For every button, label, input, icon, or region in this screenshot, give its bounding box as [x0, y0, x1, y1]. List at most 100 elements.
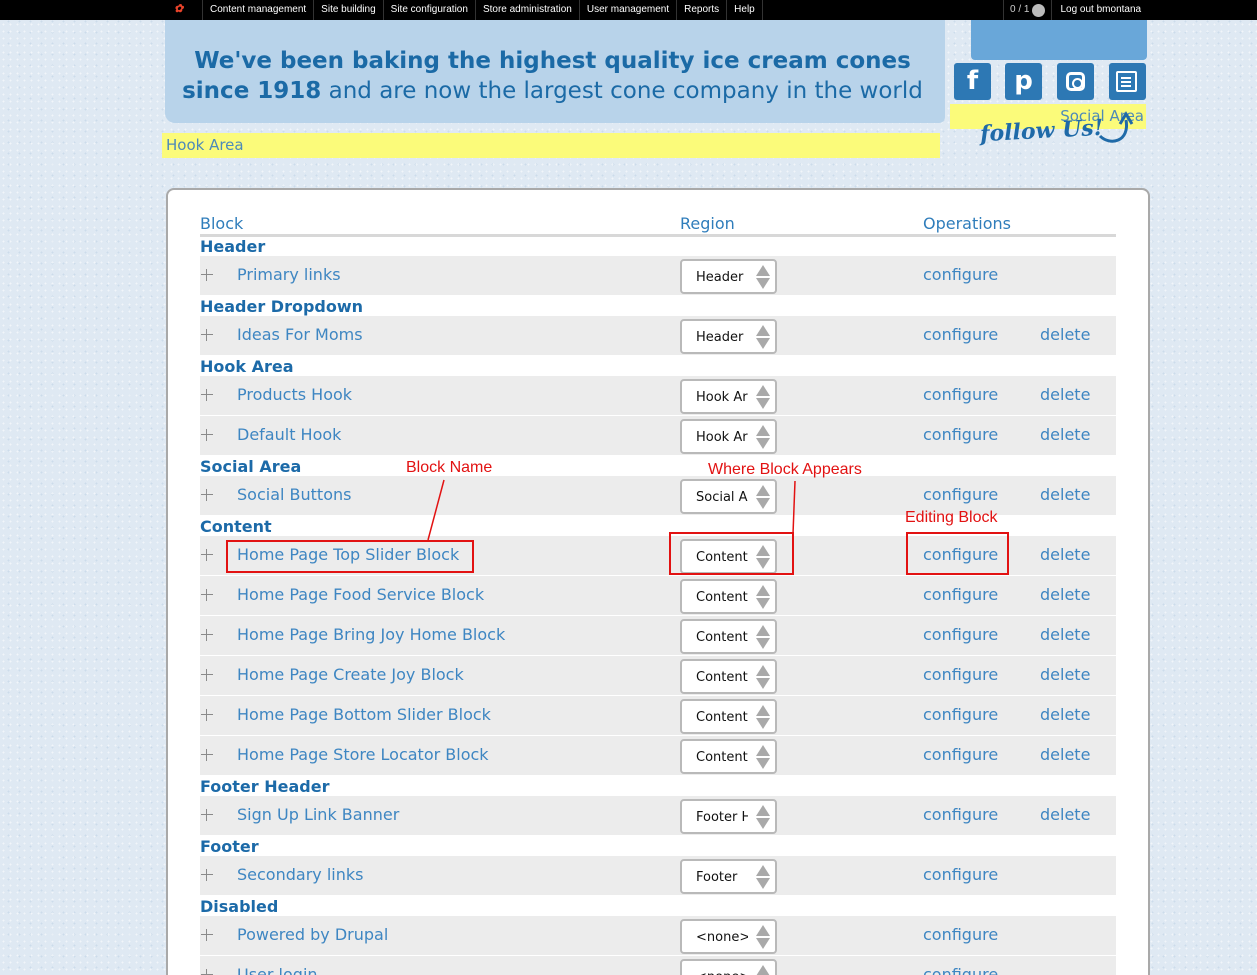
- drag-handle-icon[interactable]: [201, 429, 213, 441]
- drag-handle-icon[interactable]: [201, 329, 213, 341]
- delete-link[interactable]: delete: [1040, 805, 1090, 824]
- drag-handle-icon[interactable]: [201, 489, 213, 501]
- configure-link[interactable]: configure: [923, 265, 998, 284]
- delete-link[interactable]: delete: [1040, 425, 1090, 444]
- configure-link[interactable]: configure: [923, 965, 998, 975]
- region-select-value: Footer: [696, 870, 738, 885]
- region-select-value: Content: [696, 670, 748, 685]
- delete-link[interactable]: delete: [1040, 325, 1090, 344]
- block-name-link[interactable]: Powered by Drupal: [237, 925, 388, 944]
- region-select[interactable]: Footer: [680, 859, 777, 894]
- block-name-link[interactable]: Home Page Create Joy Block: [237, 665, 464, 684]
- region-select[interactable]: Content: [680, 619, 777, 654]
- logout-link[interactable]: Log out bmontana: [1051, 0, 1151, 20]
- region-select[interactable]: Header Dropdown: [680, 319, 777, 354]
- pinterest-icon[interactable]: p: [1005, 63, 1042, 100]
- configure-link[interactable]: configure: [923, 665, 998, 684]
- block-name-link[interactable]: Ideas For Moms: [237, 325, 363, 344]
- region-select-value: <none>: [696, 970, 748, 975]
- configure-link[interactable]: configure: [923, 925, 998, 944]
- configure-link[interactable]: configure: [923, 585, 998, 604]
- region-select[interactable]: <none>: [680, 959, 777, 975]
- drag-handle-icon[interactable]: [201, 629, 213, 641]
- table-row: Home Page Food Service Block Content confi…: [200, 576, 1116, 616]
- region-select[interactable]: Header: [680, 259, 777, 294]
- region-select[interactable]: Content: [680, 659, 777, 694]
- instagram-glyph: [1066, 72, 1085, 91]
- drag-handle-icon[interactable]: [201, 669, 213, 681]
- region-select[interactable]: <none>: [680, 919, 777, 954]
- menu-help[interactable]: Help: [726, 0, 763, 20]
- block-name-link[interactable]: Secondary links: [237, 865, 363, 884]
- facebook-icon[interactable]: f: [954, 63, 991, 100]
- select-arrows-icon: [755, 965, 771, 975]
- block-name-link[interactable]: Sign Up Link Banner: [237, 805, 399, 824]
- configure-link[interactable]: configure: [923, 425, 998, 444]
- block-name-link[interactable]: Home Page Store Locator Block: [237, 745, 489, 764]
- delete-link[interactable]: delete: [1040, 545, 1090, 564]
- table-row: Home Page Bring Joy Home Block Content con…: [200, 616, 1116, 656]
- configure-link[interactable]: configure: [923, 485, 998, 504]
- menu-content-management[interactable]: Content management: [202, 0, 313, 20]
- block-name-link[interactable]: Default Hook: [237, 425, 341, 444]
- drag-handle-icon[interactable]: [201, 589, 213, 601]
- configure-link[interactable]: configure: [923, 705, 998, 724]
- region-select[interactable]: Content: [680, 579, 777, 614]
- block-name-link[interactable]: Primary links: [237, 265, 341, 284]
- tagline-line-2: since 1918 and are now the largest cone …: [165, 76, 940, 106]
- menu-store-administration[interactable]: Store administration: [474, 0, 579, 20]
- region-select[interactable]: Hook Area: [680, 419, 777, 454]
- drag-handle-icon[interactable]: [201, 389, 213, 401]
- delete-link[interactable]: delete: [1040, 485, 1090, 504]
- drupal-logo-icon[interactable]: ✿: [174, 3, 192, 15]
- drag-handle-icon[interactable]: [201, 709, 213, 721]
- table-row: Home Page Bottom Slider Block Content conf…: [200, 696, 1116, 736]
- region-select-value: Social Area: [696, 490, 748, 505]
- region-select[interactable]: Social Area: [680, 479, 777, 514]
- hook-area-label: Hook Area: [162, 133, 940, 158]
- drag-handle-icon[interactable]: [201, 809, 213, 821]
- drag-handle-icon[interactable]: [201, 749, 213, 761]
- edit-icon[interactable]: [1109, 63, 1146, 100]
- drag-handle-icon[interactable]: [201, 869, 213, 881]
- drag-handle-icon[interactable]: [201, 549, 213, 561]
- configure-link[interactable]: configure: [923, 865, 998, 884]
- select-arrows-icon: [755, 265, 771, 289]
- drag-handle-icon[interactable]: [201, 969, 213, 975]
- menu-site-configuration[interactable]: Site configuration: [382, 0, 475, 20]
- region-select-value: Content: [696, 590, 748, 605]
- annotation-box-region: [669, 532, 794, 575]
- block-name-link[interactable]: Home Page Bring Joy Home Block: [237, 625, 505, 644]
- block-name-link[interactable]: User login: [237, 965, 318, 975]
- configure-link[interactable]: configure: [923, 805, 998, 824]
- menu-reports[interactable]: Reports: [676, 0, 726, 20]
- region-select-value: <none>: [696, 930, 748, 945]
- block-name-link[interactable]: Products Hook: [237, 385, 352, 404]
- delete-link[interactable]: delete: [1040, 665, 1090, 684]
- menu-site-building[interactable]: Site building: [313, 0, 382, 20]
- configure-link[interactable]: configure: [923, 325, 998, 344]
- block-name-link[interactable]: Home Page Food Service Block: [237, 585, 484, 604]
- region-select[interactable]: Content: [680, 699, 777, 734]
- users-icon: [1032, 3, 1046, 17]
- configure-link[interactable]: configure: [923, 385, 998, 404]
- delete-link[interactable]: delete: [1040, 625, 1090, 644]
- delete-link[interactable]: delete: [1040, 705, 1090, 724]
- delete-link[interactable]: delete: [1040, 385, 1090, 404]
- menu-user-management[interactable]: User management: [578, 0, 676, 20]
- banner-tagline: We've been baking the highest quality ic…: [165, 46, 940, 106]
- delete-link[interactable]: delete: [1040, 585, 1090, 604]
- instagram-icon[interactable]: [1057, 63, 1094, 100]
- block-name-link[interactable]: Social Buttons: [237, 485, 351, 504]
- drag-handle-icon[interactable]: [201, 929, 213, 941]
- region-select[interactable]: Content: [680, 739, 777, 774]
- annotation-block-name: Block Name: [406, 459, 493, 476]
- social-panel: [971, 20, 1147, 60]
- configure-link[interactable]: configure: [923, 745, 998, 764]
- delete-link[interactable]: delete: [1040, 745, 1090, 764]
- configure-link[interactable]: configure: [923, 625, 998, 644]
- drag-handle-icon[interactable]: [201, 269, 213, 281]
- region-select[interactable]: Hook Area: [680, 379, 777, 414]
- block-name-link[interactable]: Home Page Bottom Slider Block: [237, 705, 491, 724]
- region-select[interactable]: Footer Header: [680, 799, 777, 834]
